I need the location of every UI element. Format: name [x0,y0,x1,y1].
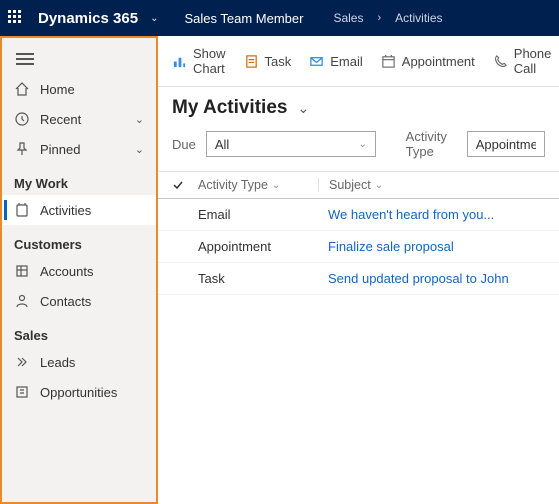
nav-opportunities-label: Opportunities [40,385,117,400]
nav-recent[interactable]: Recent ⌄ [2,104,156,134]
filter-activitytype-select[interactable]: Appointment,C [467,131,545,157]
nav-accounts-label: Accounts [40,264,93,279]
person-icon [14,293,30,309]
grid-header: Activity Type ⌄ Subject ⌄ [158,171,559,199]
sitemap-sidebar: Home Recent ⌄ Pinned ⌄ My Work Activitie… [0,36,158,504]
col-activity-type[interactable]: Activity Type ⌄ [198,178,318,192]
grid-select-all[interactable] [172,178,198,192]
email-icon [309,54,324,69]
nav-leads-label: Leads [40,355,75,370]
chevron-down-icon[interactable]: ⌄ [150,13,158,24]
cell-subject-link[interactable]: We haven't heard from you... [318,207,545,222]
col-subject[interactable]: Subject ⌄ [318,178,545,192]
nav-contacts-label: Contacts [40,294,91,309]
table-row[interactable]: Task Send updated proposal to John [158,263,559,295]
brand-name[interactable]: Dynamics 365 [38,10,138,27]
chevron-down-icon: ⌄ [135,143,144,156]
nav-home[interactable]: Home [2,74,156,104]
nav-opportunities[interactable]: Opportunities [2,377,156,407]
accounts-icon [14,263,30,279]
cmd-phone-call[interactable]: Phone Call [493,46,552,76]
view-switcher-chevron-icon[interactable]: ⌄ [297,100,309,117]
view-title[interactable]: My Activities [172,97,287,119]
phone-icon [493,54,508,69]
nav-pinned[interactable]: Pinned ⌄ [2,134,156,164]
cmd-appointment-label: Appointment [402,54,475,69]
section-mywork: My Work [2,164,156,195]
app-header: Dynamics 365 ⌄ Sales Team Member Sales ›… [0,0,559,36]
calendar-icon [381,54,396,69]
cmd-task-label: Task [265,54,292,69]
cmd-show-chart-label: Show Chart [193,46,226,76]
filter-due-label: Due [172,137,196,152]
nav-activities[interactable]: Activities [2,195,156,225]
app-launcher-icon[interactable] [8,10,24,26]
col-subject-label: Subject [329,178,371,192]
table-row[interactable]: Email We haven't heard from you... [158,199,559,231]
col-activity-type-label: Activity Type [198,178,268,192]
clock-icon [14,111,30,127]
table-row[interactable]: Appointment Finalize sale proposal [158,231,559,263]
cmd-show-chart[interactable]: Show Chart [172,46,226,76]
check-icon [172,179,184,191]
nav-pinned-label: Pinned [40,142,80,157]
command-bar: Show Chart Task Email Appointment Phone … [158,36,559,87]
breadcrumb-current[interactable]: Activities [395,11,442,25]
cell-activity-type: Task [198,271,318,286]
section-customers: Customers [2,225,156,256]
section-sales: Sales [2,316,156,347]
chevron-down-icon: ⌄ [358,139,366,150]
home-icon [14,81,30,97]
pin-icon [14,141,30,157]
nav-leads[interactable]: Leads [2,347,156,377]
cell-subject-link[interactable]: Send updated proposal to John [318,271,545,286]
nav-activities-label: Activities [40,203,91,218]
breadcrumb-area[interactable]: Sales [333,11,363,25]
filter-due-select[interactable]: All ⌄ [206,131,376,157]
cell-activity-type: Appointment [198,239,318,254]
nav-contacts[interactable]: Contacts [2,286,156,316]
cmd-email-label: Email [330,54,363,69]
nav-recent-label: Recent [40,112,81,127]
activities-icon [14,202,30,218]
cell-activity-type: Email [198,207,318,222]
filter-activitytype-label: Activity Type [406,129,457,159]
chart-icon [172,54,187,69]
hamburger-icon[interactable] [2,40,156,74]
task-icon [244,54,259,69]
cell-subject-link[interactable]: Finalize sale proposal [318,239,545,254]
leads-icon [14,354,30,370]
nav-home-label: Home [40,82,75,97]
chevron-down-icon: ⌄ [375,180,383,191]
breadcrumb-separator: › [377,12,381,24]
cmd-appointment[interactable]: Appointment [381,54,475,69]
filter-activitytype-value: Appointment,C [476,137,536,152]
main-content: Show Chart Task Email Appointment Phone … [158,36,559,504]
cmd-email[interactable]: Email [309,54,363,69]
nav-accounts[interactable]: Accounts [2,256,156,286]
chevron-down-icon: ⌄ [135,113,144,126]
cmd-task[interactable]: Task [244,54,292,69]
chevron-down-icon: ⌄ [272,180,280,191]
cmd-phone-call-label: Phone Call [514,46,552,76]
opportunities-icon [14,384,30,400]
filter-due-value: All [215,137,229,152]
app-name[interactable]: Sales Team Member [184,11,303,26]
